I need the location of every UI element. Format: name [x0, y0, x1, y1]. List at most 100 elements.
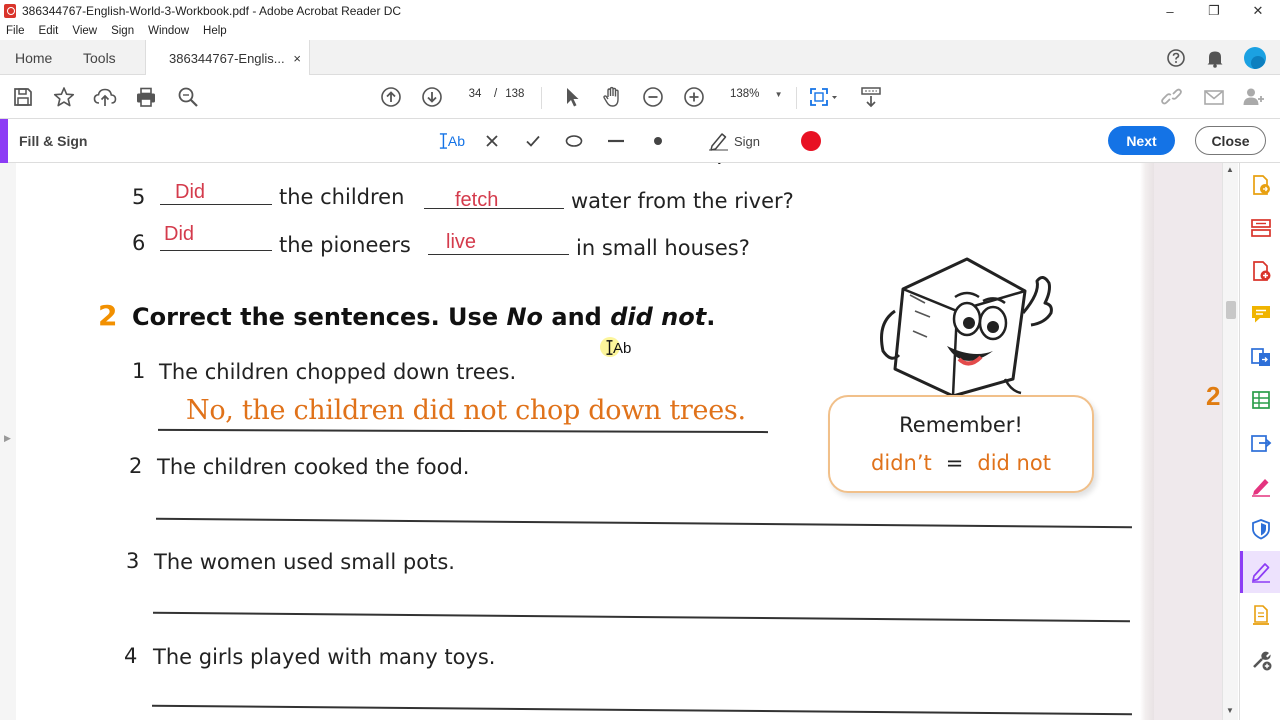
- page-edge-shadow: [1140, 163, 1154, 720]
- menu-file[interactable]: File: [6, 25, 25, 37]
- menu-sign[interactable]: Sign: [111, 25, 134, 37]
- add-text-tool[interactable]: Ab: [439, 130, 465, 152]
- comment-icon[interactable]: [1249, 302, 1273, 326]
- remember-contraction: didn’t: [871, 451, 932, 475]
- expand-left-panel-icon[interactable]: ▶: [4, 433, 11, 444]
- scroll-mode-icon[interactable]: [859, 85, 883, 109]
- next-page-icon[interactable]: [420, 85, 444, 109]
- sentence-4-number: 4: [124, 644, 138, 668]
- close-window-button[interactable]: ✕: [1236, 0, 1280, 22]
- instruction-part: .: [706, 303, 716, 331]
- minimize-button[interactable]: –: [1148, 0, 1192, 22]
- document-viewport[interactable]: · 5 Did the children fetch water from th…: [16, 163, 1222, 720]
- answer-line-4[interactable]: [152, 704, 1132, 715]
- scroll-down-arrow-icon[interactable]: ▼: [1226, 706, 1234, 715]
- bookmark-star-icon[interactable]: [52, 85, 76, 109]
- tab-home[interactable]: Home: [15, 40, 52, 75]
- circle-tool-icon[interactable]: [564, 130, 584, 152]
- main-toolbar: 34 / 138 138% ▼: [0, 75, 1280, 119]
- question-6-number: 6: [132, 231, 146, 255]
- remember-title: Remember!: [899, 413, 1023, 437]
- zoom-level-select[interactable]: 138% ▼: [730, 88, 783, 100]
- sentence-2-number: 2: [129, 454, 143, 478]
- sentence-1-handwritten-answer[interactable]: No, the children did not chop down trees…: [186, 395, 746, 426]
- color-picker-red-dot[interactable]: [800, 130, 822, 152]
- export-excel-icon[interactable]: [1249, 388, 1273, 412]
- adjacent-page-number: 2: [1206, 381, 1221, 411]
- tab-close-icon[interactable]: ×: [293, 51, 301, 66]
- zoom-in-icon[interactable]: [682, 85, 706, 109]
- close-fill-sign-button[interactable]: Close: [1195, 126, 1266, 155]
- email-icon[interactable]: [1202, 85, 1226, 109]
- instruction-no: No: [506, 303, 544, 331]
- q5-answer-2[interactable]: fetch: [455, 189, 498, 212]
- exercise-2-number: 2: [98, 299, 118, 332]
- sentence-2-text: The children cooked the food.: [157, 455, 470, 479]
- left-panel-collapsed[interactable]: ▶: [0, 163, 16, 720]
- save-icon[interactable]: [11, 85, 35, 109]
- menu-edit[interactable]: Edit: [39, 25, 59, 37]
- help-icon[interactable]: [1166, 48, 1186, 68]
- page-total: 138: [505, 88, 525, 100]
- menu-window[interactable]: Window: [148, 25, 189, 37]
- tab-tools[interactable]: Tools: [83, 40, 116, 75]
- sign-button[interactable]: Sign: [706, 130, 762, 152]
- text-cursor-label: Ab: [606, 340, 631, 357]
- upload-cloud-icon[interactable]: [93, 85, 117, 109]
- menu-view[interactable]: View: [72, 25, 97, 37]
- page-indicator: 34 / 138: [460, 88, 525, 100]
- zoom-out-icon[interactable]: [641, 85, 665, 109]
- question-5-number: 5: [132, 185, 146, 209]
- protect-shield-icon[interactable]: [1249, 517, 1273, 541]
- dot-tool-icon[interactable]: [648, 130, 668, 152]
- menu-help[interactable]: Help: [203, 25, 227, 37]
- answer-line-1: [157, 428, 769, 433]
- share-user-icon[interactable]: [1242, 85, 1266, 109]
- q6-answer-2[interactable]: live: [446, 231, 476, 254]
- scrollbar-thumb[interactable]: [1226, 301, 1236, 319]
- window-controls: – ❐ ✕: [1148, 0, 1280, 22]
- q6-answer-1[interactable]: Did: [164, 223, 194, 246]
- remember-expansion: did not: [977, 451, 1051, 475]
- fill-and-sign-toolbar: Fill & Sign Ab Sign: [0, 119, 1280, 163]
- scroll-up-arrow-icon[interactable]: ▲: [1226, 165, 1234, 174]
- answer-line-2[interactable]: [156, 517, 1132, 528]
- combine-files-icon[interactable]: [1249, 345, 1273, 369]
- page-number-input[interactable]: 34: [460, 88, 490, 100]
- hand-tool-icon[interactable]: [600, 85, 624, 109]
- answer-line-3[interactable]: [153, 611, 1130, 622]
- checkmark-icon[interactable]: [523, 130, 543, 152]
- more-tools-icon[interactable]: [1249, 648, 1273, 672]
- line-tool-icon[interactable]: [606, 130, 626, 152]
- sign-label: Sign: [733, 133, 761, 149]
- remember-equals: =: [945, 451, 964, 475]
- pdf-page: · 5 Did the children fetch water from th…: [16, 163, 1154, 720]
- previous-page-icon[interactable]: [379, 85, 403, 109]
- search-icon[interactable]: [176, 85, 200, 109]
- select-cursor-icon[interactable]: [560, 85, 584, 109]
- tab-document[interactable]: 386344767-Englis... ×: [145, 40, 310, 76]
- title-bar: 386344767-English-World-3-Workbook.pdf -…: [0, 0, 1280, 22]
- fill-and-sign-tool-active[interactable]: [1240, 551, 1280, 593]
- q5-answer-1[interactable]: Did: [175, 181, 205, 204]
- send-for-review-icon[interactable]: [1249, 431, 1273, 455]
- next-button[interactable]: Next: [1108, 126, 1175, 155]
- scan-document-icon[interactable]: [1249, 603, 1273, 627]
- cross-mark-icon[interactable]: [482, 130, 502, 152]
- vertical-scrollbar[interactable]: ▲ ▼: [1222, 163, 1238, 720]
- user-avatar[interactable]: [1244, 46, 1266, 69]
- organize-pages-icon[interactable]: [1249, 216, 1273, 240]
- create-pdf-icon[interactable]: [1249, 259, 1273, 283]
- edit-pen-icon[interactable]: [1249, 474, 1273, 498]
- toolbar-divider: [796, 87, 797, 109]
- print-icon[interactable]: [134, 85, 158, 109]
- exercise-2-instruction: Correct the sentences. Use No and did no…: [132, 303, 715, 331]
- right-tools-panel: [1239, 163, 1280, 720]
- link-icon[interactable]: [1160, 85, 1184, 109]
- tab-bar: Home Tools 386344767-Englis... ×: [0, 40, 1280, 76]
- maximize-button[interactable]: ❐: [1192, 0, 1236, 22]
- export-pdf-icon[interactable]: [1249, 173, 1273, 197]
- notifications-bell-icon[interactable]: [1205, 48, 1225, 68]
- fit-page-icon[interactable]: [808, 85, 840, 109]
- fill-sign-label: Fill & Sign: [19, 133, 88, 149]
